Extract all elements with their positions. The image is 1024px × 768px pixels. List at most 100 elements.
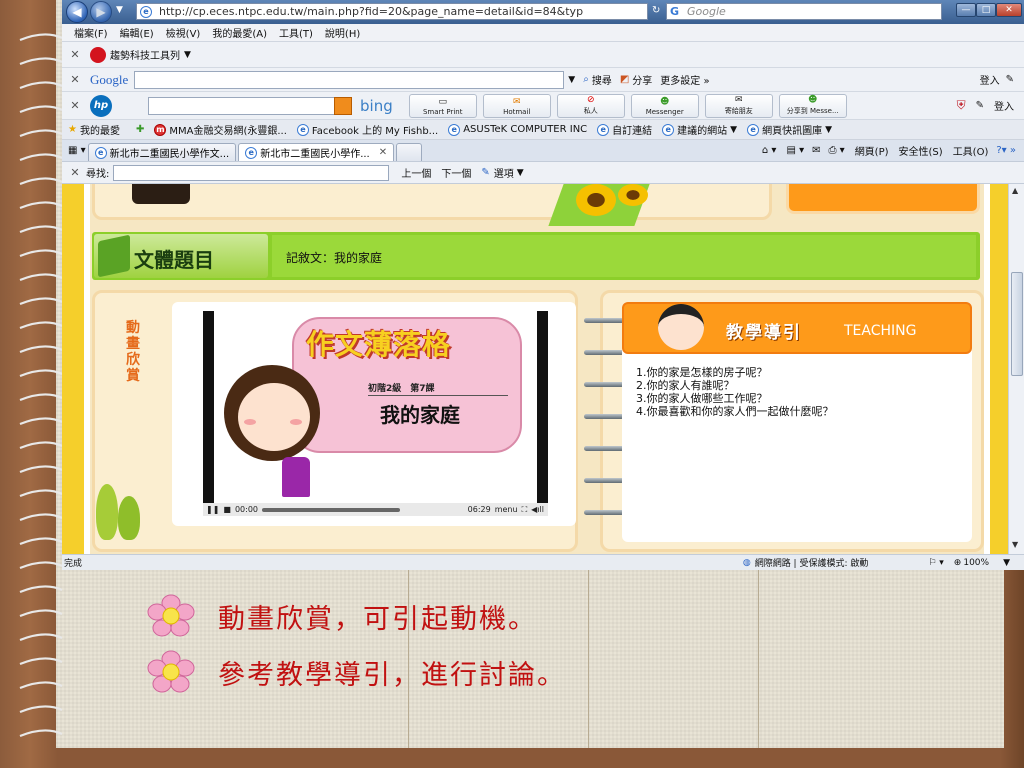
search-box[interactable]: G Google [666,3,942,20]
minimize-button[interactable]: — [956,3,976,17]
genre-text-box: 記敘文：我的家庭 [272,235,976,277]
new-tab-button[interactable] [396,143,423,161]
history-dropdown-icon[interactable]: ▼ [116,5,123,15]
messenger-icon: ☻ [660,96,670,107]
stop-icon[interactable]: ■ [223,505,231,514]
video-player[interactable]: 作文薄落格 初階2級 第7課 我的家庭 ❚❚ ■ 00:00 06:29 men… [203,311,548,516]
volume-icon[interactable]: ◀ıll [531,505,544,514]
maximize-button[interactable]: □ [976,3,996,17]
share-button[interactable]: ◩ 分享 [620,70,652,90]
page-menu[interactable]: 網頁(P) [855,143,889,158]
yellow-stripe-right [990,184,1008,554]
security-zone[interactable]: 網際網路 | 受保護模式: 啟動 [755,556,869,569]
google-login-button[interactable]: 登入 [980,70,1000,90]
favorite-link[interactable]: e ASUSTeK COMPUTER INC [448,123,587,136]
private-button[interactable]: ⊘ 私人 [556,93,625,118]
shield-icon[interactable]: ⛨ [957,98,966,113]
vertical-scrollbar[interactable]: ▲ ▼ [1008,184,1024,554]
bing-search-icon[interactable] [334,96,352,115]
close-toolbar-icon[interactable]: ✕ [66,99,84,112]
home-icon[interactable]: ⌂ ▾ [762,145,777,156]
close-button[interactable]: ✕ [996,3,1022,17]
favorite-link[interactable]: e 建議的網站 ▼ [662,122,737,137]
tab-1[interactable]: e 新北市二重國民小學作文... [87,143,237,161]
scroll-thumb[interactable] [1011,272,1023,376]
seek-bar[interactable] [262,507,401,512]
find-options-button[interactable]: 選項 [494,165,514,180]
favorite-link[interactable]: e 網頁快訊圖庫 ▼ [747,122,832,137]
back-button[interactable]: ◀ [66,1,88,23]
wrench-icon[interactable]: ✎ [976,100,984,111]
video-screen: 作文薄落格 初階2級 第7課 我的家庭 [214,311,537,503]
menu-file[interactable]: 檔案(F) [74,25,108,40]
more-settings-button[interactable]: 更多設定 » [660,70,709,90]
menu-tools[interactable]: 工具(T) [279,25,313,40]
zoom-level[interactable]: 100% [963,558,989,568]
google-search-input[interactable] [134,70,565,89]
add-favorite-icon[interactable]: ✚ [136,124,144,135]
help-icon[interactable]: ?▾ » [996,145,1016,156]
share-messenger-button[interactable]: ☻ 分享到 Messe... [778,93,847,118]
google-search-button[interactable]: ⌕ 搜尋 [583,70,612,90]
trend-toolbar-label[interactable]: 趨勢科技工具列 [110,47,180,62]
chevron-down-icon[interactable]: ▼ [184,50,191,60]
forward-button[interactable]: ▶ [90,1,112,23]
tab-2[interactable]: e 新北市二重國民小學作... ✕ [238,143,395,161]
fullscreen-icon[interactable]: ⛶ [522,505,528,515]
close-toolbar-icon[interactable]: ✕ [66,73,84,86]
search-icon[interactable]: ⌕ [934,4,940,15]
genre-title: 文體題目 [134,248,214,272]
mail-icon[interactable]: ✉ [812,145,820,156]
binder-ring [584,350,624,355]
ie-page-icon: e [662,123,675,136]
wrench-icon[interactable]: ✎ [1006,70,1014,90]
bing-search-input[interactable] [148,96,352,115]
speech-bubble: 作文薄落格 初階2級 第7課 我的家庭 [292,317,522,453]
pause-icon[interactable]: ❚❚ [206,505,219,514]
spiral-binding [19,33,63,738]
quick-tabs-icon[interactable]: ▦ ▾ [68,145,86,156]
send-to-friend-button[interactable]: ✉ 寄給朋友 [704,93,773,118]
close-find-icon[interactable]: ✕ [66,166,84,179]
messenger-button[interactable]: ☻ Messenger [630,93,699,118]
favorites-button[interactable]: ★ 我的最愛 [68,122,120,137]
favorite-link[interactable]: e 自訂連結 [597,122,652,137]
list-item: 4.你最喜歡和你的家人們一起做什麼呢？ [636,405,834,418]
girl-cheek [290,419,302,425]
flower-bullet-icon [147,594,195,637]
menu-edit[interactable]: 編輯(E) [120,25,154,40]
white-stripe [84,184,90,554]
address-bar[interactable]: e http://cp.eces.ntpc.edu.tw/main.php?fi… [136,3,648,20]
address-bar-row: ◀ ▶ ▼ e http://cp.eces.ntpc.edu.tw/main.… [62,0,1024,24]
bullet-2: 參考教學導引，進行討論。 [146,650,566,694]
chevron-down-icon[interactable]: ▼ [517,168,524,178]
favorite-link[interactable]: m MMA金融交易網(永豐銀... [154,122,287,137]
close-tab-icon[interactable]: ✕ [379,147,387,158]
close-toolbar-icon[interactable]: ✕ [66,48,84,61]
girl-face [238,383,310,451]
print-icon[interactable]: ⎙ ▾ [828,145,844,156]
genre-label-box: 文體題目 [94,234,268,278]
highlight-icon[interactable]: ✎ [481,167,489,178]
chevron-down-icon[interactable]: ▼ [1003,558,1010,568]
zoom-icon[interactable]: ⊕ [954,558,962,568]
smart-print-button[interactable]: ▭ Smart Print [408,93,477,118]
feeds-icon[interactable]: ▤ ▾ [786,145,804,156]
tools-menu[interactable]: 工具(O) [953,143,989,158]
scroll-up-icon[interactable]: ▲ [1012,186,1018,195]
protected-mode-icon[interactable]: ⚐ ▾ [928,558,943,568]
find-input[interactable] [113,164,390,181]
find-previous-button[interactable]: 上一個 [401,165,431,180]
favorite-link[interactable]: e Facebook 上的 My Fishb... [296,122,438,137]
find-next-button[interactable]: 下一個 [441,165,471,180]
menu-view[interactable]: 檢視(V) [166,25,201,40]
hotmail-button[interactable]: ✉ Hotmail [482,93,551,118]
menu-help[interactable]: 說明(H) [325,25,360,40]
menu-favorites[interactable]: 我的最愛(A) [212,25,267,40]
scroll-down-icon[interactable]: ▼ [1012,540,1018,549]
flower-bullet-icon [147,650,195,693]
video-menu-button[interactable]: menu [495,505,518,514]
safety-menu[interactable]: 安全性(S) [899,143,943,158]
chevron-down-icon[interactable]: ▼ [568,75,575,85]
hp-login-button[interactable]: 登入 [994,98,1014,113]
